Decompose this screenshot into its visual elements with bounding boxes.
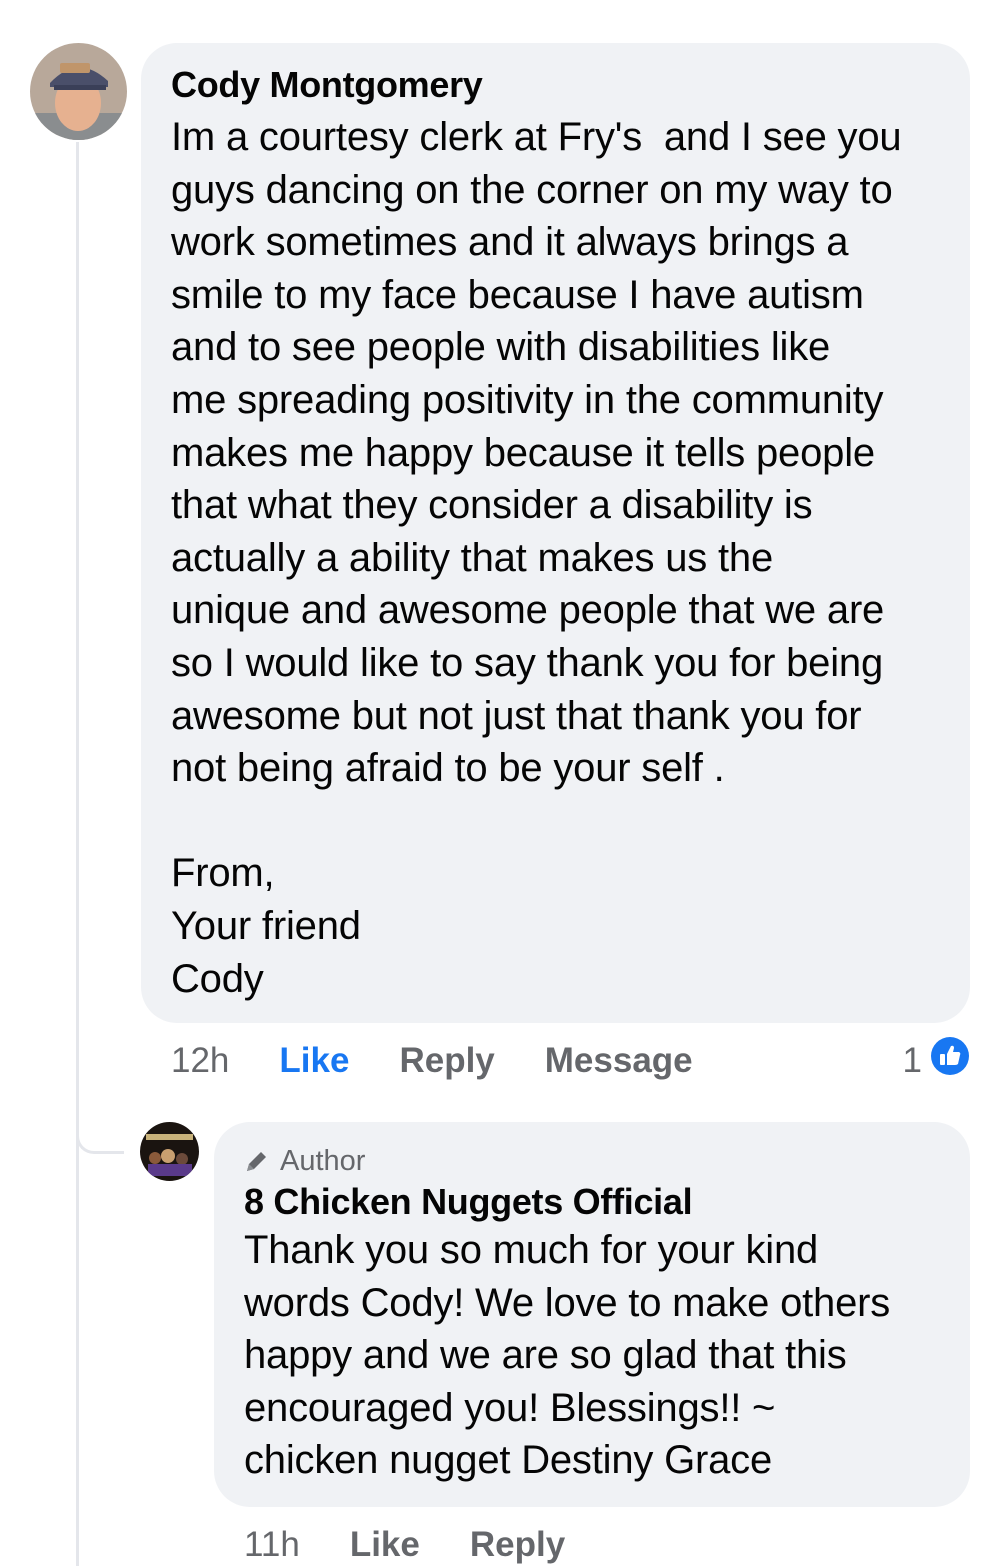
comment-bubble: Cody Montgomery Im a courtesy clerk at F…	[141, 43, 970, 1023]
reply-like-button[interactable]: Like	[350, 1525, 420, 1565]
reply-actions: 11h Like Reply	[244, 1522, 615, 1568]
thumbs-up-icon	[930, 1036, 970, 1085]
pencil-icon	[247, 1152, 266, 1171]
reply-bubble: Author 8 Chicken Nuggets Official Thank …	[214, 1122, 970, 1507]
comment-author-name[interactable]: Cody Montgomery	[171, 63, 946, 107]
author-badge: Author	[244, 1142, 950, 1180]
reply-connector-line	[76, 1108, 124, 1154]
comment-timestamp[interactable]: 12h	[171, 1041, 229, 1081]
thread-line	[76, 142, 79, 1566]
page-avatar[interactable]	[140, 1122, 199, 1181]
message-button[interactable]: Message	[545, 1041, 693, 1081]
reply-button[interactable]: Reply	[399, 1041, 494, 1081]
reply-text: Thank you so much for your kind words Co…	[244, 1228, 891, 1483]
reply-author-name[interactable]: 8 Chicken Nuggets Official	[244, 1180, 950, 1224]
avatar[interactable]	[30, 43, 127, 140]
reaction-count: 1	[902, 1040, 922, 1080]
author-badge-label: Author	[280, 1144, 366, 1177]
reply-timestamp[interactable]: 11h	[244, 1525, 300, 1565]
reply-reply-button[interactable]: Reply	[470, 1525, 565, 1565]
reaction-summary[interactable]: 1	[903, 1036, 970, 1085]
comment-text: Im a courtesy clerk at Fry's and I see y…	[171, 115, 902, 1001]
comment-actions: 12h Like Reply Message	[171, 1038, 743, 1084]
like-button[interactable]: Like	[279, 1041, 349, 1081]
